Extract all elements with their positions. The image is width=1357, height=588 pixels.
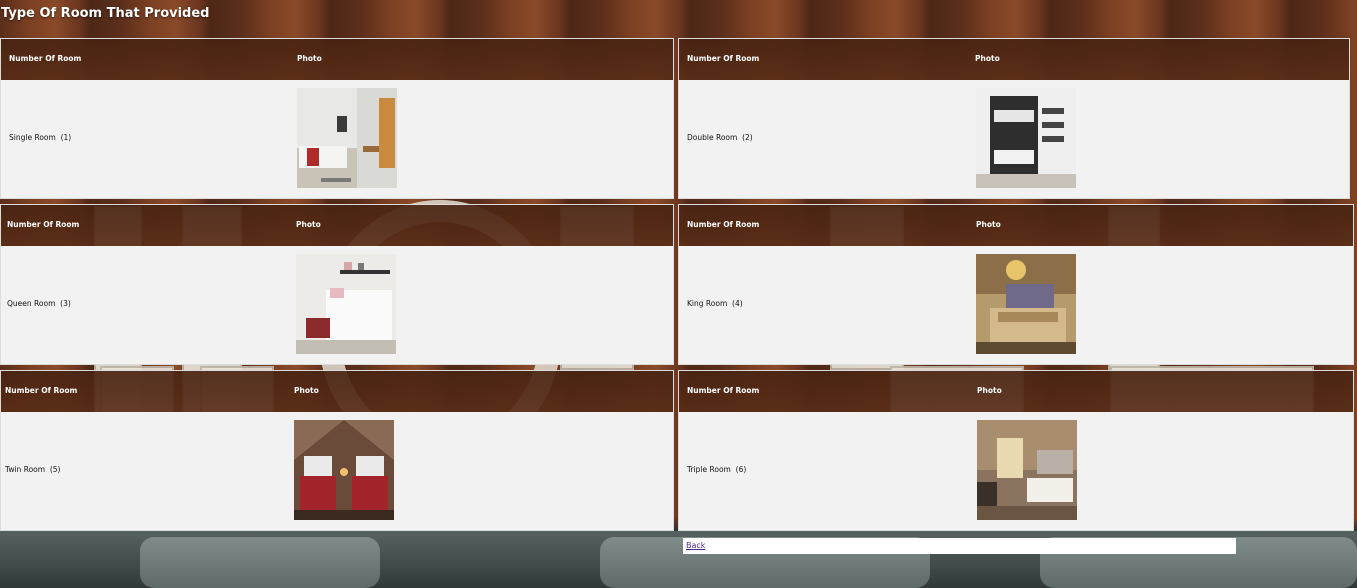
table-header-row: Number Of Room Photo	[1, 39, 673, 80]
table-row: Single Room (1)	[1, 80, 673, 198]
number-of-room-header: Number Of Room	[9, 54, 82, 63]
table-row: Twin Room (5)	[1, 412, 673, 530]
room-name: Queen Room (3)	[7, 299, 71, 308]
photo-header: Photo	[977, 386, 1002, 395]
back-link[interactable]: Back	[686, 541, 705, 550]
number-of-room-header: Number Of Room	[5, 386, 78, 395]
photo-header: Photo	[297, 54, 322, 63]
table-row: Queen Room (3)	[1, 246, 673, 364]
room-table-twin: Number Of Room Photo Twin Room (5)	[0, 370, 674, 531]
number-of-room-header: Number Of Room	[687, 54, 760, 63]
room-name: Twin Room (5)	[5, 465, 61, 474]
room-name: Single Room (1)	[9, 133, 72, 142]
room-name: King Room (4)	[687, 299, 743, 308]
room-table-double: Number Of Room Photo Double Room (2)	[678, 38, 1350, 199]
number-of-room-header: Number Of Room	[687, 220, 760, 229]
table-row: Triple Room (6)	[679, 412, 1353, 530]
photo-header: Photo	[296, 220, 321, 229]
number-of-room-header: Number Of Room	[687, 386, 760, 395]
king-room-photo	[976, 254, 1076, 354]
table-header-row: Number Of Room Photo	[679, 39, 1349, 80]
room-name: Double Room (2)	[687, 133, 753, 142]
room-table-single: Number Of Room Photo Single Room (1)	[0, 38, 674, 199]
room-table-triple: Number Of Room Photo Triple Room (6)	[678, 370, 1354, 531]
single-room-photo	[297, 88, 397, 188]
room-table-queen: Number Of Room Photo Queen Room (3)	[0, 204, 674, 365]
table-header-row: Number Of Room Photo	[1, 205, 673, 246]
queen-room-photo	[296, 254, 396, 354]
table-row: Double Room (2)	[679, 80, 1349, 198]
twin-room-photo	[294, 420, 394, 520]
table-header-row: Number Of Room Photo	[679, 371, 1353, 412]
photo-header: Photo	[294, 386, 319, 395]
page-title: Type Of Room That Provided	[1, 6, 210, 21]
table-row: King Room (4)	[679, 246, 1353, 364]
back-link-container: Back	[683, 538, 1236, 554]
double-room-photo	[976, 88, 1076, 188]
photo-header: Photo	[976, 220, 1001, 229]
table-header-row: Number Of Room Photo	[679, 205, 1353, 246]
room-name: Triple Room (6)	[687, 465, 747, 474]
photo-header: Photo	[975, 54, 1000, 63]
table-header-row: Number Of Room Photo	[1, 371, 673, 412]
room-table-king: Number Of Room Photo King Room (4)	[678, 204, 1354, 365]
number-of-room-header: Number Of Room	[7, 220, 80, 229]
triple-room-photo	[977, 420, 1077, 520]
